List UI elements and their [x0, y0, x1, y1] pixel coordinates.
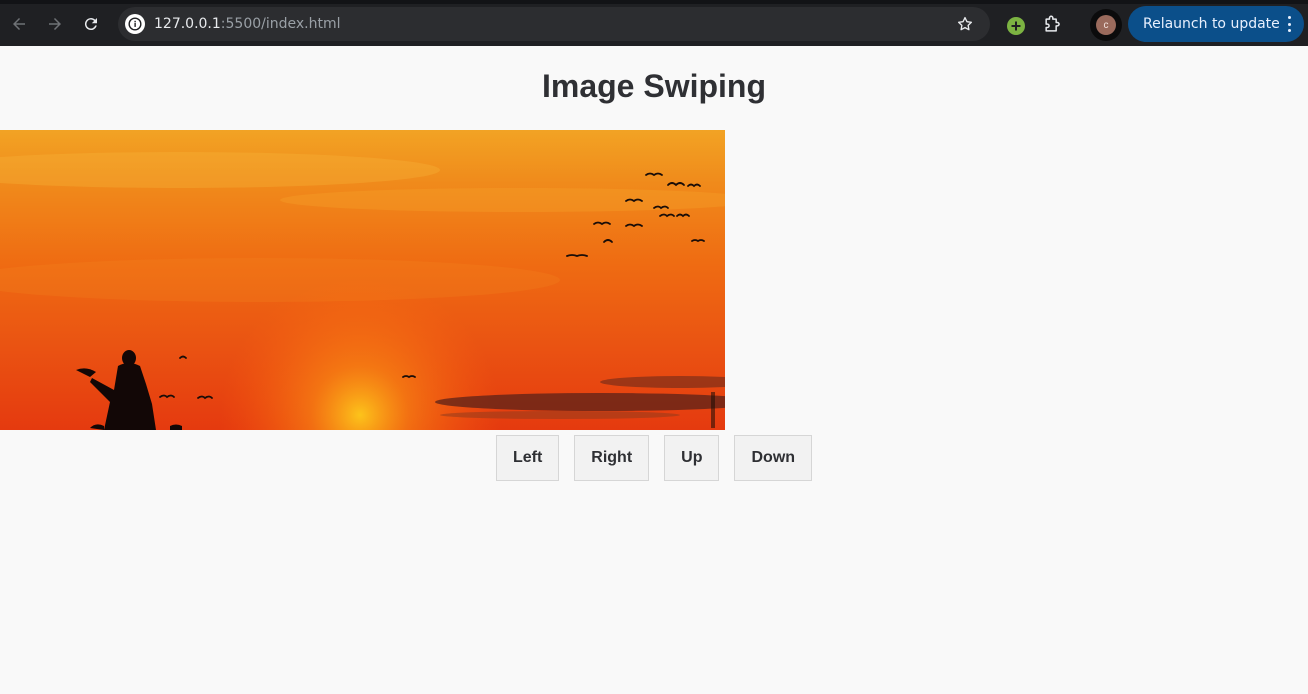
profile-button[interactable]: c: [1090, 9, 1122, 41]
down-button[interactable]: Down: [734, 435, 813, 481]
relaunch-button[interactable]: Relaunch to update: [1128, 6, 1304, 42]
forward-button[interactable]: [43, 12, 67, 36]
reload-button[interactable]: [79, 12, 103, 36]
sunset-illustration: [0, 152, 725, 430]
puzzle-icon[interactable]: [1042, 15, 1062, 35]
swipe-controls: Left Right Up Down: [0, 435, 1308, 481]
url-text[interactable]: 127.0.0.1:5500/index.html: [154, 15, 341, 33]
avatar: c: [1096, 15, 1116, 35]
url-host: 127.0.0.1: [154, 16, 221, 32]
extension-icon[interactable]: [1007, 17, 1025, 35]
up-button[interactable]: Up: [664, 435, 720, 481]
back-button[interactable]: [7, 12, 31, 36]
address-bar[interactable]: 127.0.0.1:5500/index.html: [118, 7, 990, 41]
kebab-menu-icon[interactable]: [1288, 16, 1292, 32]
back-arrow-icon: [13, 18, 25, 30]
bookmark-star-icon[interactable]: [956, 15, 974, 33]
swipe-image[interactable]: [0, 130, 725, 430]
right-button[interactable]: Right: [574, 435, 650, 481]
page-title: Image Swiping: [541, 68, 767, 104]
browser-toolbar: 127.0.0.1:5500/index.html c Relaunch to …: [0, 0, 1308, 46]
forward-arrow-icon: [49, 18, 61, 30]
left-button[interactable]: Left: [495, 435, 560, 481]
url-path: :5500/index.html: [220, 16, 341, 32]
site-info-icon[interactable]: [125, 14, 145, 34]
reload-icon: [84, 18, 97, 31]
relaunch-label: Relaunch to update: [1143, 16, 1280, 32]
